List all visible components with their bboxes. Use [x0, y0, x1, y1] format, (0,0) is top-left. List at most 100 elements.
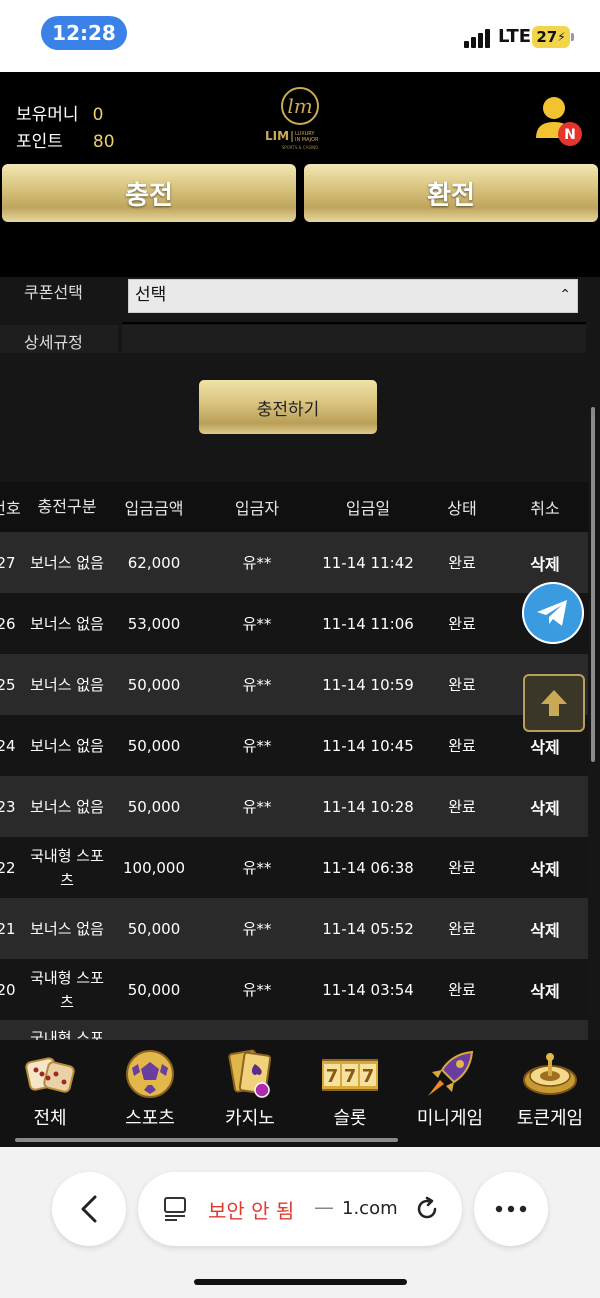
header-status: 상태: [447, 499, 477, 518]
row-amount: 50,000: [127, 919, 181, 938]
svg-text:7: 7: [326, 1066, 339, 1087]
delete-button[interactable]: 삭제: [505, 898, 585, 959]
row-amount: 50,000: [127, 980, 181, 999]
url-separator: —: [314, 1195, 334, 1219]
row-date: 11-14 06:38: [322, 858, 414, 877]
slot-777-icon: 7 7 7: [322, 1059, 378, 1091]
nav-casino[interactable]: 카지노: [200, 1046, 300, 1130]
nav-slot-label: 슬롯: [333, 1108, 367, 1129]
battery-level: 27: [536, 28, 558, 46]
submit-deposit-button[interactable]: 충전하기: [199, 380, 377, 434]
row-date: 11-14 11:42: [322, 553, 414, 572]
delete-button[interactable]: 삭제: [505, 959, 585, 1020]
table-row: 25 보너스 없음 50,000 유** 11-14 10:59 완료: [0, 654, 588, 715]
delete-button[interactable]: 삭제: [505, 776, 585, 837]
row-depositor: 유**: [242, 859, 272, 877]
row-status: 완료: [448, 554, 476, 572]
point-value: 80: [92, 132, 115, 152]
table-row: 27 보너스 없음 62,000 유** 11-14 11:42 완료 삭제: [0, 532, 588, 593]
nav-minigame[interactable]: 미니게임: [400, 1046, 500, 1130]
lim-logo[interactable]: lm LIM LUXURY IN MAJOR SPORTS & CASINO: [258, 80, 342, 150]
soccer-ball-icon: [126, 1050, 174, 1098]
roulette-icon: [523, 1053, 577, 1095]
row-date: 11-14 05:52: [322, 919, 414, 938]
nav-minigame-label: 미니게임: [416, 1108, 484, 1129]
row-date: 11-14 10:45: [322, 736, 414, 755]
nav-sports-label: 스포츠: [125, 1108, 175, 1129]
deposit-button[interactable]: 충전: [2, 164, 296, 222]
nav-scrollbar[interactable]: [15, 1138, 398, 1142]
money-row: 보유머니 0: [16, 100, 103, 125]
address-bar[interactable]: 보안 안 됨 — 1.com: [138, 1172, 462, 1246]
row-date: 11-14 10:28: [322, 797, 414, 816]
deposit-content: 쿠폰선택 선택 ⌃ 상세규정 충전하기 번호 충전구분 입금금액 입금자 입금일…: [0, 277, 600, 1040]
row-date: 11-14 03:54: [322, 980, 414, 999]
row-no: 25: [0, 675, 16, 694]
reader-icon: [164, 1197, 186, 1221]
row-type: 보너스 없음: [30, 675, 104, 694]
row-status: 완료: [448, 737, 476, 755]
row-depositor: 유**: [242, 737, 272, 755]
row-status: 완료: [448, 920, 476, 938]
coupon-select[interactable]: 선택 ⌃: [128, 279, 578, 313]
row-no: 26: [0, 614, 16, 633]
row-no: 22: [0, 858, 16, 877]
arrow-up-icon: [541, 690, 567, 716]
row-date: 11-14 10:59: [322, 675, 414, 694]
cards-icon: [228, 1049, 272, 1098]
screen: 12:28 LTE 27 ⚡ 보유머니 0 포인트 80 lm LIM LUXURY …: [0, 0, 600, 1298]
header-cancel: 취소: [530, 499, 560, 518]
status-bar: 12:28 LTE 27 ⚡: [0, 0, 600, 72]
more-dots-icon: [495, 1205, 527, 1213]
nav-token-game-label: 토큰게임: [516, 1108, 584, 1129]
detail-rules-box: [122, 325, 586, 353]
row-amount: 62,000: [127, 553, 181, 572]
row-amount: 50,000: [127, 675, 181, 694]
money-value: 0: [92, 105, 104, 125]
page-scrollbar[interactable]: [591, 407, 595, 762]
rocket-icon: [428, 1050, 474, 1096]
more-button[interactable]: [474, 1172, 548, 1246]
row-depositor: 유**: [242, 615, 272, 633]
nav-slot[interactable]: 7 7 7 슬롯: [300, 1046, 400, 1130]
security-warning: 보안 안 됨: [208, 1199, 295, 1223]
row-amount: 50,000: [127, 797, 181, 816]
point-label: 포인트: [16, 132, 63, 152]
chevron-left-icon: [81, 1195, 97, 1223]
reload-icon[interactable]: [414, 1196, 440, 1222]
nav-token-game[interactable]: 토큰게임: [500, 1046, 600, 1130]
table-row: 23 보너스 없음 50,000 유** 11-14 10:28 완료 삭제: [0, 776, 588, 837]
row-no: 24: [0, 736, 16, 755]
row-depositor: 유**: [242, 920, 272, 938]
coupon-selected: 선택: [135, 285, 167, 305]
coupon-label: 쿠폰선택: [24, 283, 83, 302]
header-depositor: 입금자: [234, 499, 280, 518]
row-depositor: 유**: [242, 798, 272, 816]
row-type: 보너스 없음: [30, 553, 104, 572]
telegram-button[interactable]: [522, 582, 584, 644]
back-button[interactable]: [52, 1172, 126, 1246]
scroll-top-button[interactable]: [523, 674, 585, 732]
battery-icon: 27 ⚡: [532, 26, 570, 48]
nav-all[interactable]: 전체: [0, 1046, 100, 1130]
table-row: 19 국내형 스포츠: [0, 1020, 588, 1040]
row-type: 국내형 스포츠: [30, 968, 104, 1011]
svg-text:lm: lm: [287, 94, 312, 118]
row-type: 보너스 없음: [30, 614, 104, 633]
row-no: 20: [0, 980, 16, 999]
row-status: 완료: [448, 859, 476, 877]
nav-sports[interactable]: 스포츠: [100, 1046, 200, 1130]
table-row: 21 보너스 없음 50,000 유** 11-14 05:52 완료 삭제: [0, 898, 588, 959]
divider: [122, 322, 586, 324]
browser-toolbar: 보안 안 됨 — 1.com: [0, 1147, 600, 1298]
row-type: 보너스 없음: [30, 736, 104, 755]
bottom-nav: 전체 스포츠 카지노 7 7 7 슬롯 미니게임 토큰게임: [0, 1040, 600, 1147]
header-no: 번호: [0, 499, 21, 518]
delete-button[interactable]: 삭제: [505, 837, 585, 898]
table-row: 24 보너스 없음 50,000 유** 11-14 10:45 완료 삭제: [0, 715, 588, 776]
row-date: 11-14 11:06: [322, 614, 414, 633]
row-status: 완료: [448, 981, 476, 999]
home-indicator[interactable]: [194, 1279, 407, 1285]
user-account-icon[interactable]: N: [532, 94, 584, 148]
withdraw-button[interactable]: 환전: [304, 164, 598, 222]
